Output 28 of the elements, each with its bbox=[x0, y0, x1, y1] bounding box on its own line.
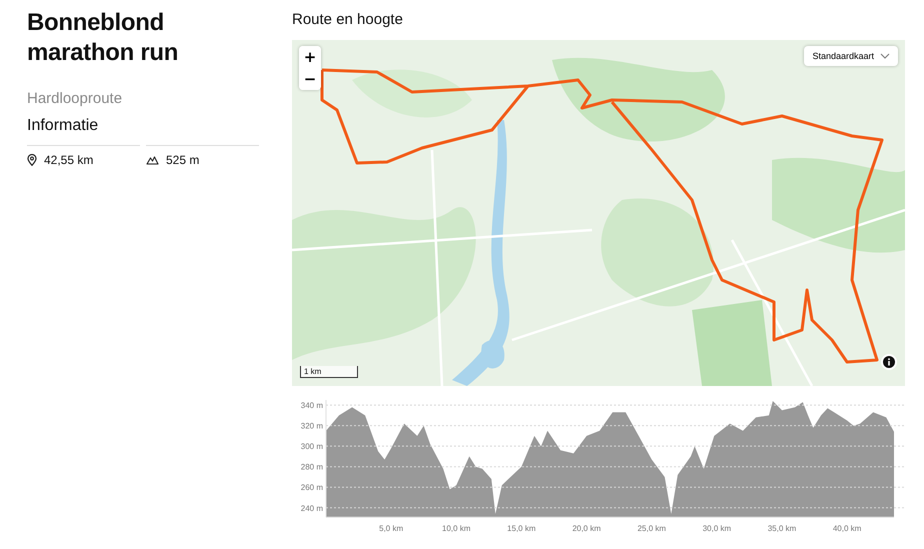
location-pin-icon bbox=[27, 154, 37, 166]
y-axis-label: 240 m bbox=[300, 504, 323, 513]
zoom-in-button[interactable]: + bbox=[299, 46, 321, 68]
info-icon bbox=[883, 356, 895, 368]
stat-value: 42,55 km bbox=[44, 153, 94, 167]
x-axis-label: 25,0 km bbox=[637, 524, 666, 533]
x-axis-label: 40,0 km bbox=[832, 524, 862, 533]
info-heading: Informatie bbox=[27, 117, 100, 135]
x-axis-label: 15,0 km bbox=[507, 524, 536, 533]
y-axis-label: 260 m bbox=[300, 483, 323, 492]
x-axis-label: 5,0 km bbox=[379, 524, 404, 533]
section-title: Route en hoogte bbox=[292, 11, 404, 30]
x-axis-label: 30,0 km bbox=[702, 524, 732, 533]
y-axis-label: 320 m bbox=[300, 422, 323, 431]
stat-value: 525 m bbox=[166, 153, 200, 167]
y-axis-label: 300 m bbox=[300, 442, 323, 452]
map-scale-bar: 1 km bbox=[300, 366, 358, 378]
chevron-down-icon bbox=[880, 53, 890, 59]
zoom-out-button[interactable]: − bbox=[299, 68, 321, 90]
x-axis-label: 35,0 km bbox=[768, 524, 796, 533]
x-axis-label: 20,0 km bbox=[572, 524, 601, 533]
route-title: Bonneblond marathon run bbox=[27, 8, 180, 68]
y-axis-label: 340 m bbox=[300, 401, 323, 410]
mountain-icon bbox=[146, 155, 159, 165]
route-type: Hardlooproute bbox=[27, 90, 124, 107]
x-axis-label: 10,0 km bbox=[442, 524, 470, 533]
y-axis-label: 280 m bbox=[300, 462, 323, 472]
map-layer-dropdown[interactable]: Standaardkaart bbox=[804, 46, 898, 66]
